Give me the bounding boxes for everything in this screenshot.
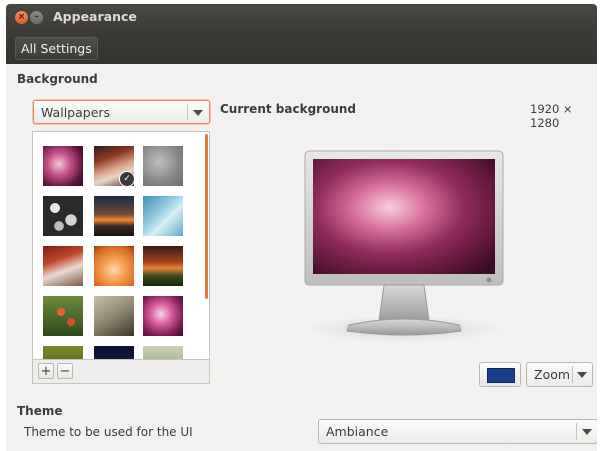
wallpaper-thumb[interactable] [43, 346, 83, 359]
theme-combo[interactable]: Ambiance [318, 419, 597, 444]
wallpaper-thumb[interactable] [143, 146, 183, 186]
chevron-down-icon [193, 110, 203, 116]
wallpaper-thumb[interactable] [143, 296, 183, 336]
minimize-icon[interactable]: – [30, 11, 43, 24]
window-title: Appearance [53, 9, 137, 24]
background-source-value: Wallpapers [41, 105, 111, 120]
wallpaper-thumb[interactable] [43, 146, 83, 186]
current-background-label: Current background [220, 102, 356, 116]
theme-value: Ambiance [326, 424, 389, 439]
selected-check-icon: ✓ [119, 171, 135, 187]
scale-mode-combo[interactable]: Zoom [526, 362, 593, 387]
title-bar: × – Appearance [6, 4, 597, 32]
wallpaper-gallery[interactable]: ✓ [32, 131, 210, 360]
wallpaper-thumb-selected[interactable]: ✓ [94, 146, 135, 187]
wallpaper-thumb[interactable] [143, 196, 183, 236]
background-source-combo[interactable]: Wallpapers [33, 100, 210, 124]
wallpaper-thumb[interactable] [143, 246, 183, 286]
wallpaper-thumb[interactable] [43, 246, 83, 286]
wallpaper-thumb[interactable] [143, 346, 183, 359]
combo-separator [187, 104, 188, 120]
scale-mode-value: Zoom [534, 367, 571, 382]
combo-separator [572, 366, 573, 383]
monitor-icon [304, 150, 504, 343]
wallpaper-thumb[interactable] [94, 246, 134, 286]
theme-heading: Theme [17, 404, 63, 418]
gallery-scrollbar[interactable] [205, 134, 208, 299]
all-settings-button[interactable]: All Settings [15, 37, 98, 60]
gallery-actions-bar: + − [32, 360, 210, 384]
resolution-label: 1920 × 1280 [530, 102, 573, 130]
add-wallpaper-button[interactable]: + [38, 363, 54, 379]
appearance-window: × – Appearance All Settings Background W… [6, 4, 597, 451]
remove-wallpaper-button[interactable]: − [57, 363, 73, 379]
toolbar: All Settings [6, 32, 597, 64]
monitor-preview [289, 149, 519, 349]
color-swatch [487, 368, 515, 383]
wallpaper-thumb[interactable] [43, 196, 83, 236]
wallpaper-thumb[interactable] [94, 346, 134, 359]
close-icon[interactable]: × [15, 11, 28, 24]
wallpaper-thumb[interactable] [94, 196, 134, 236]
color-picker-button[interactable] [479, 362, 521, 387]
combo-separator [576, 423, 577, 440]
theme-label: Theme to be used for the UI [24, 425, 193, 439]
chevron-down-icon [577, 372, 587, 378]
background-heading: Background [17, 72, 98, 86]
wallpaper-thumb[interactable] [94, 296, 134, 336]
chevron-down-icon [582, 429, 592, 435]
wallpaper-thumb[interactable] [43, 296, 83, 336]
